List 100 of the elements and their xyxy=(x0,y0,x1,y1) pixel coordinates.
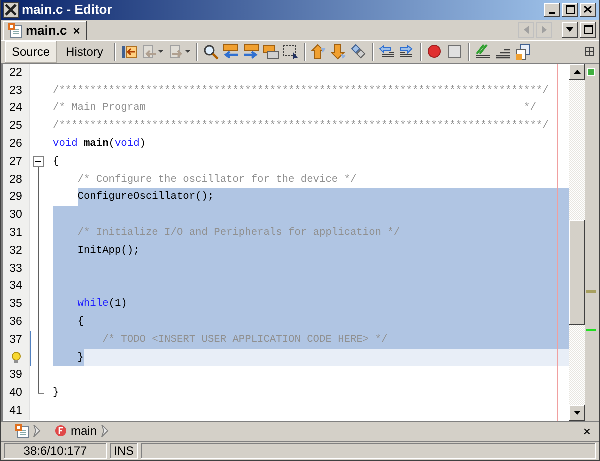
line-number: 29 xyxy=(10,191,22,204)
next-icon xyxy=(243,44,260,60)
fold-end-line xyxy=(38,384,44,394)
code-text: while xyxy=(78,298,109,310)
line-number: 22 xyxy=(10,66,22,79)
insert-mode: INS xyxy=(110,443,138,459)
line-number: 36 xyxy=(10,316,22,328)
selection-box-button[interactable] xyxy=(282,44,300,60)
c-file-icon xyxy=(8,23,22,38)
forward-icon xyxy=(168,44,184,60)
chevron-icon xyxy=(101,425,110,437)
back-icon xyxy=(141,44,158,60)
down-arrow-icon xyxy=(331,44,348,60)
search-icon xyxy=(203,44,220,60)
line-number: 35 xyxy=(10,298,22,310)
line-number: 40 xyxy=(10,387,22,400)
document-stack-button[interactable] xyxy=(514,44,532,60)
close-tab-button[interactable]: × xyxy=(71,24,82,38)
line-number: 23 xyxy=(10,84,22,97)
code-comment: /* Initialize I/O and Peripherals for application */ xyxy=(78,226,400,239)
maximize-button[interactable] xyxy=(580,22,596,38)
up-arrow-icon xyxy=(311,44,328,60)
overlapping-boxes-icon xyxy=(263,44,280,60)
line-number: 33 xyxy=(10,262,22,275)
selection-box-icon xyxy=(283,44,300,60)
back-button[interactable] xyxy=(140,44,166,60)
code-comment: /******************************************************************************/ xyxy=(53,84,549,97)
dropdown-arrow-icon xyxy=(566,27,574,32)
comment-lines-icon xyxy=(475,44,492,60)
comment-lines-button[interactable] xyxy=(474,44,492,60)
tab-list-button[interactable] xyxy=(562,22,578,38)
code-text: ConfigureOscillator(); xyxy=(78,191,214,204)
toolbar-options-button[interactable] xyxy=(584,47,595,56)
minimize-icon xyxy=(549,12,555,14)
go-to-source-button[interactable] xyxy=(120,44,138,60)
right-arrow-icon xyxy=(542,26,546,34)
c-file-icon[interactable] xyxy=(15,424,29,438)
line-number: 25 xyxy=(10,120,22,132)
code-text: } xyxy=(78,352,84,364)
maximize-icon xyxy=(584,25,592,34)
close-button[interactable]: × xyxy=(581,424,593,438)
line-number: 28 xyxy=(10,174,22,186)
code-comment: /******************************************************************************/ xyxy=(53,120,549,132)
shift-left-icon xyxy=(379,44,396,60)
grid-icon xyxy=(585,47,594,56)
code-comment: /* TODO <INSERT USER APPLICATION CODE HERE> */ xyxy=(102,334,388,346)
code-text: void xyxy=(114,138,140,150)
code-text: } xyxy=(53,387,60,400)
caret-icon xyxy=(158,50,164,54)
previous-icon xyxy=(223,44,240,60)
close-icon xyxy=(584,6,592,14)
line-number: 34 xyxy=(10,280,22,292)
left-arrow-icon xyxy=(524,26,528,34)
code-comment: /* Configure the oscillator for the device */ xyxy=(78,174,357,186)
scroll-up-button[interactable] xyxy=(569,64,585,80)
line-number: 30 xyxy=(10,209,22,222)
maximize-icon xyxy=(566,5,574,14)
maximize-button[interactable] xyxy=(562,2,578,17)
code-text: InitApp(); xyxy=(78,244,140,257)
file-tab[interactable]: main.c × xyxy=(3,20,88,40)
next-button[interactable] xyxy=(242,44,260,60)
caret-icon xyxy=(185,50,192,54)
close-button[interactable] xyxy=(580,2,596,17)
diamond-shapes-icon xyxy=(351,44,368,60)
overlapping-boxes-button[interactable] xyxy=(262,44,280,60)
window-title: main.c - Editor xyxy=(22,2,114,18)
line-number: 37 xyxy=(10,334,22,346)
line-number: 39 xyxy=(10,369,22,382)
shift-left-button[interactable] xyxy=(378,44,396,60)
code-text: { xyxy=(53,156,60,168)
line-number: 24 xyxy=(10,102,22,114)
search-button[interactable] xyxy=(202,44,220,60)
breadcrumb-item[interactable]: main xyxy=(71,424,98,438)
code-text: { xyxy=(78,316,84,328)
forward-button[interactable] xyxy=(167,44,192,60)
shift-right-icon xyxy=(399,44,416,60)
function-icon xyxy=(55,425,67,437)
line-number: 32 xyxy=(10,244,22,257)
line-number: 27 xyxy=(10,156,22,168)
down-arrow-icon xyxy=(574,411,580,415)
down-arrow-button[interactable] xyxy=(330,44,348,60)
document-stack-icon xyxy=(515,44,532,60)
code-comment: /* Main Program */ xyxy=(53,102,536,114)
scrollbar-thumb[interactable] xyxy=(569,220,585,325)
view-tab[interactable]: Source xyxy=(5,40,58,63)
line-number: 41 xyxy=(10,404,22,417)
diamond-shapes-button[interactable] xyxy=(350,44,368,60)
code-text: main xyxy=(84,138,109,150)
code-text: void xyxy=(53,138,78,150)
minimize-button[interactable] xyxy=(544,2,560,17)
view-tab[interactable]: History xyxy=(59,40,110,63)
line-number: 31 xyxy=(10,226,22,239)
collapse-icon[interactable] xyxy=(33,156,44,167)
chevron-icon xyxy=(33,425,41,437)
lightbulb-icon[interactable] xyxy=(12,352,20,364)
code-text: ) xyxy=(140,138,146,150)
scroll-down-button[interactable] xyxy=(569,405,585,421)
record-icon xyxy=(427,44,444,60)
up-arrow-button[interactable] xyxy=(310,44,328,60)
line-number: 26 xyxy=(10,138,22,150)
